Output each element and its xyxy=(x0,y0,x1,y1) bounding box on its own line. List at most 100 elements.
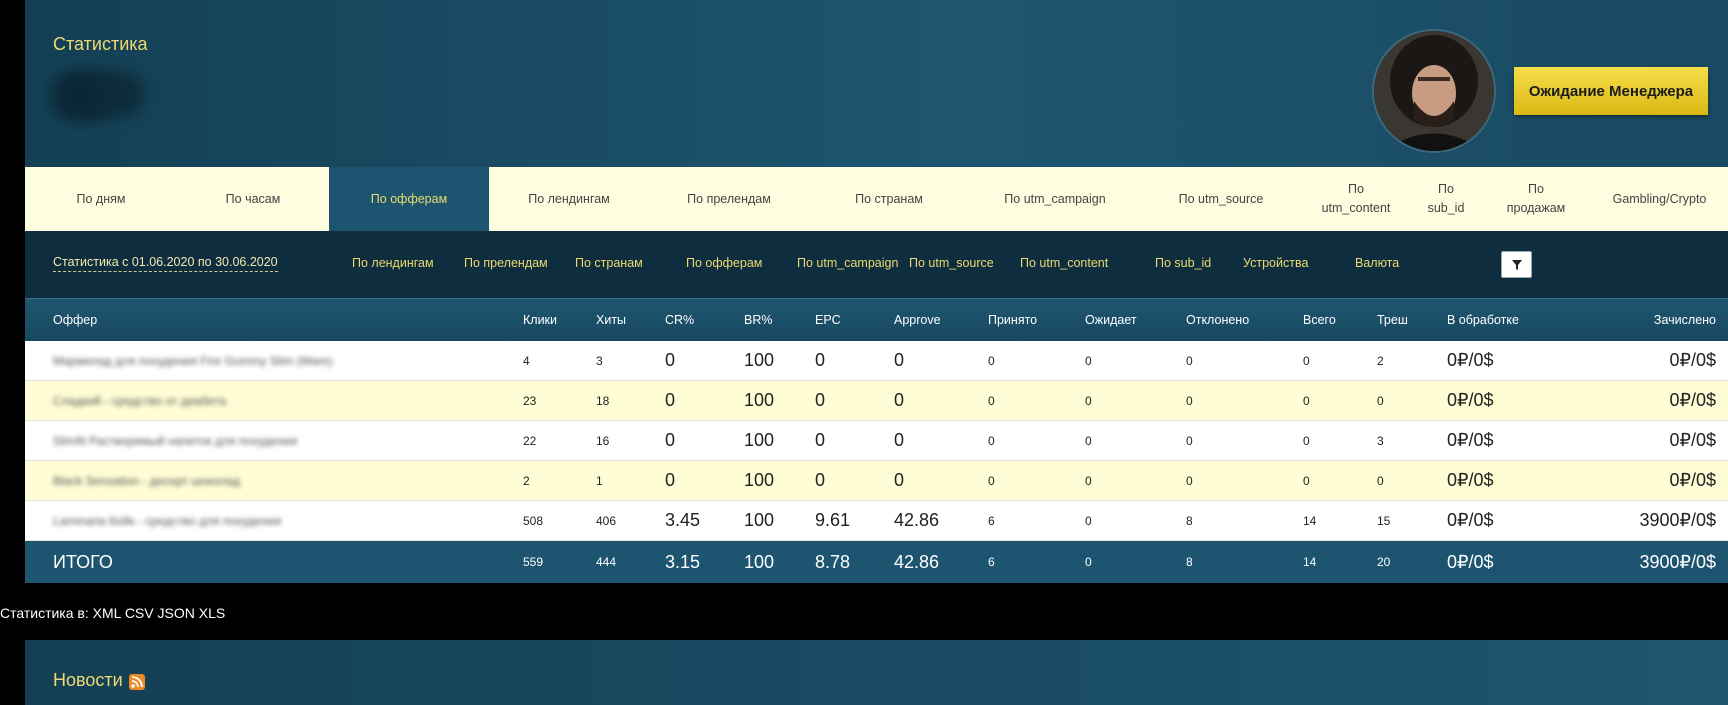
col-pending[interactable]: Ожидает xyxy=(1085,313,1137,327)
totals-br: 100 xyxy=(744,551,775,572)
cell-total: 0 xyxy=(1303,433,1310,448)
tab-by-utm-content[interactable]: По utm_content xyxy=(1301,167,1411,231)
filter-by-utm-source[interactable]: По utm_source xyxy=(909,256,994,270)
cell-approve: 0 xyxy=(894,390,905,410)
col-approve[interactable]: Approve xyxy=(894,313,941,327)
col-br[interactable]: BR% xyxy=(744,313,772,327)
period-selector[interactable]: Статистика с 01.06.2020 по 30.06.2020 xyxy=(53,255,278,272)
cell-rejected: 8 xyxy=(1186,513,1193,528)
export-xls[interactable]: XLS xyxy=(199,605,225,621)
cell-rejected: 0 xyxy=(1186,393,1193,408)
cell-processing: 0₽/0$ xyxy=(1447,470,1494,490)
cell-credited: 0₽/0$ xyxy=(1669,350,1717,370)
col-trash[interactable]: Треш xyxy=(1377,313,1408,327)
col-processing[interactable]: В обработке xyxy=(1447,313,1519,327)
cell-clicks: 22 xyxy=(523,433,537,448)
cell-approve: 0 xyxy=(894,350,905,370)
table-row[interactable]: Black Sensation - десерт шоколад 2 1 0 100 0 0… xyxy=(25,461,1728,501)
export-json[interactable]: JSON xyxy=(158,605,195,621)
col-credited[interactable]: Зачислено xyxy=(1654,313,1716,327)
cell-cr: 0 xyxy=(665,430,676,450)
tab-gambling-crypto[interactable]: Gambling/Crypto xyxy=(1591,167,1728,231)
stats-tabs: По дням По часам По офферам По лендингам… xyxy=(25,167,1728,231)
filter-currency[interactable]: Валюта xyxy=(1355,256,1399,270)
cell-pending: 0 xyxy=(1085,473,1092,488)
tab-by-utm-source[interactable]: По utm_source xyxy=(1141,167,1301,231)
table-row[interactable]: Мармелад для похудения Fire Gummy Slim (… xyxy=(25,341,1728,381)
col-offer[interactable]: Оффер xyxy=(53,313,97,327)
col-rejected[interactable]: Отклонено xyxy=(1186,313,1249,327)
cell-cr: 0 xyxy=(665,390,676,410)
rss-icon[interactable] xyxy=(129,674,145,690)
col-accepted[interactable]: Принято xyxy=(988,313,1037,327)
col-cr[interactable]: CR% xyxy=(665,313,694,327)
cell-br: 100 xyxy=(744,350,775,370)
table-row[interactable]: Сладкий - средство от диабета 23 18 0 100 0 0 0… xyxy=(25,381,1728,421)
table-header: Оффер Клики Хиты CR% BR% EPC Approve При… xyxy=(25,298,1728,341)
cell-credited: 3900₽/0$ xyxy=(1639,510,1716,530)
filter-icon xyxy=(1511,259,1522,270)
cell-hits: 1 xyxy=(596,473,603,488)
cell-clicks: 23 xyxy=(523,393,537,408)
totals-processing: 0₽/0$ xyxy=(1447,551,1494,572)
export-csv[interactable]: CSV xyxy=(125,605,154,621)
tab-by-sub-id[interactable]: По sub_id xyxy=(1411,167,1481,231)
filter-by-prelandings[interactable]: По прелендам xyxy=(464,256,548,270)
cell-total: 0 xyxy=(1303,473,1310,488)
col-clicks[interactable]: Клики xyxy=(523,313,557,327)
cell-offer-name[interactable]: Black Sensation - десерт шоколад xyxy=(53,461,353,500)
filter-by-utm-content[interactable]: По utm_content xyxy=(1020,256,1108,270)
tab-by-prelandings[interactable]: По прелендам xyxy=(649,167,809,231)
cell-total: 0 xyxy=(1303,353,1310,368)
cell-offer-name[interactable]: Laminaria Кейк - средство для похудения xyxy=(53,501,353,540)
table-row[interactable]: Slimfit Растворимый напиток для похудени… xyxy=(25,421,1728,461)
totals-row: ИТОГО 559 444 3.15 100 8.78 42.86 6 0 8 … xyxy=(25,541,1728,583)
col-total[interactable]: Всего xyxy=(1303,313,1336,327)
logo xyxy=(45,62,165,132)
cell-br: 100 xyxy=(744,390,775,410)
tab-by-landings[interactable]: По лендингам xyxy=(489,167,649,231)
cell-accepted: 0 xyxy=(988,473,995,488)
cell-epc: 0 xyxy=(815,390,826,410)
cell-offer-name[interactable]: Сладкий - средство от диабета xyxy=(53,381,353,420)
cell-approve: 42.86 xyxy=(894,510,940,530)
tab-by-utm-campaign[interactable]: По utm_campaign xyxy=(969,167,1141,231)
filter-by-countries[interactable]: По странам xyxy=(575,256,643,270)
waiting-manager-button[interactable]: Ожидание Менеджера xyxy=(1514,67,1708,115)
table-row[interactable]: Laminaria Кейк - средство для похудения 5… xyxy=(25,501,1728,541)
news-panel: Новости xyxy=(25,640,1728,705)
cell-clicks: 508 xyxy=(523,513,544,528)
filter-devices[interactable]: Устройства xyxy=(1243,256,1308,270)
cell-processing: 0₽/0$ xyxy=(1447,390,1494,410)
totals-accepted: 6 xyxy=(988,555,995,569)
filter-by-offers[interactable]: По офферам xyxy=(686,256,762,270)
manager-avatar[interactable] xyxy=(1374,31,1494,151)
cell-offer-name[interactable]: Slimfit Растворимый напиток для похудени… xyxy=(53,421,353,460)
cell-pending: 0 xyxy=(1085,433,1092,448)
col-epc[interactable]: EPC xyxy=(815,313,841,327)
cell-trash: 0 xyxy=(1377,473,1384,488)
totals-epc: 8.78 xyxy=(815,551,851,572)
totals-clicks: 559 xyxy=(523,555,544,569)
cell-cr: 3.45 xyxy=(665,510,701,530)
tab-by-offers[interactable]: По офферам xyxy=(329,167,489,231)
totals-credited: 3900₽/0$ xyxy=(1639,551,1716,572)
filter-by-utm-campaign[interactable]: По utm_campaign xyxy=(797,256,898,270)
cell-trash: 2 xyxy=(1377,353,1384,368)
totals-total: 14 xyxy=(1303,555,1317,569)
filter-bar: Статистика с 01.06.2020 по 30.06.2020 По… xyxy=(25,231,1728,298)
export-xml[interactable]: XML xyxy=(93,605,121,621)
page-header: Статистика Ожидание Менеджера xyxy=(25,0,1728,167)
tab-by-days[interactable]: По дням xyxy=(25,167,177,231)
filter-by-sub-id[interactable]: По sub_id xyxy=(1155,256,1211,270)
filter-button[interactable] xyxy=(1501,251,1532,278)
tab-by-countries[interactable]: По странам xyxy=(809,167,969,231)
tab-by-sales[interactable]: По продажам xyxy=(1481,167,1591,231)
col-hits[interactable]: Хиты xyxy=(596,313,626,327)
cell-rejected: 0 xyxy=(1186,353,1193,368)
cell-offer-name[interactable]: Мармелад для похудения Fire Gummy Slim (… xyxy=(53,341,353,380)
filter-by-landings[interactable]: По лендингам xyxy=(352,256,434,270)
cell-br: 100 xyxy=(744,470,775,490)
tab-by-hours[interactable]: По часам xyxy=(177,167,329,231)
cell-approve: 0 xyxy=(894,470,905,490)
